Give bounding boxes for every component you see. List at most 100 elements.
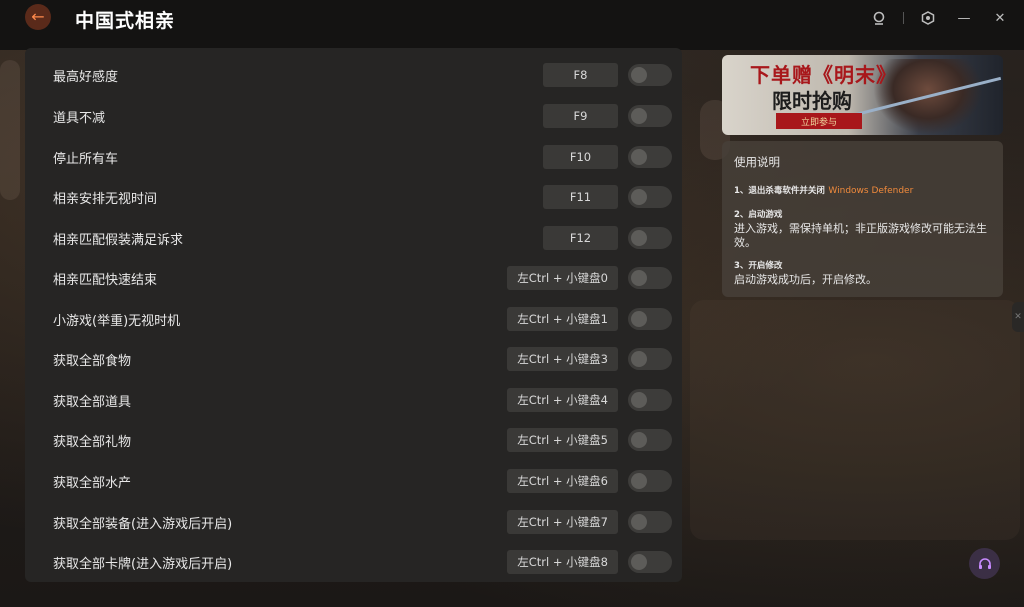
background-decoration (0, 60, 20, 200)
promo-banner[interactable]: 下单赠《明末》 限时抢购 立即参与 (722, 55, 1003, 135)
hotkey-button[interactable]: 左Ctrl + 小键盘7 (507, 510, 618, 534)
cheat-label: 相亲匹配快速结束 (53, 272, 158, 288)
side-collapse-tab[interactable]: ✕ (1012, 302, 1024, 332)
cheat-label: 道具不减 (53, 110, 106, 126)
minimize-button[interactable]: — (952, 8, 976, 28)
hotkey-button[interactable]: 左Ctrl + 小键盘1 (507, 307, 618, 331)
cheat-toggle[interactable] (628, 267, 672, 289)
cheat-label: 获取全部礼物 (53, 434, 132, 450)
hotkey-button[interactable]: 左Ctrl + 小键盘3 (507, 347, 618, 371)
cheat-row: 相亲匹配快速结束 左Ctrl + 小键盘0 (25, 258, 682, 298)
cheat-row: 获取全部卡牌(进入游戏后开启) 左Ctrl + 小键盘8 (25, 542, 682, 582)
cheat-label: 小游戏(举重)无视时机 (53, 313, 181, 329)
title-bar: ← 中国式相亲 — ✕ (0, 0, 1024, 50)
cheat-toggle[interactable] (628, 389, 672, 411)
toggle-knob (631, 67, 647, 83)
instructions-title: 使用说明 (734, 155, 780, 169)
cheat-toggle[interactable] (628, 64, 672, 86)
cheat-row: 获取全部水产 左Ctrl + 小键盘6 (25, 461, 682, 501)
toggle-knob (631, 351, 647, 367)
toggle-knob (631, 392, 647, 408)
hotkey-button[interactable]: 左Ctrl + 小键盘6 (507, 469, 618, 493)
cheat-toggle[interactable] (628, 105, 672, 127)
hotkey-button[interactable]: F9 (543, 104, 618, 128)
hotkey-button[interactable]: F8 (543, 63, 618, 87)
user-button[interactable] (867, 8, 891, 28)
toggle-knob (631, 514, 647, 530)
instructions-card: 使用说明 1、退出杀毒软件并关闭 Windows Defender 2、启动游戏… (722, 141, 1003, 297)
cheat-label: 最高好感度 (53, 69, 119, 85)
step-body: 启动游戏成功后，开启修改。 (734, 273, 877, 286)
cheat-toggle[interactable] (628, 551, 672, 573)
background-decoration (690, 300, 1020, 540)
close-button[interactable]: ✕ (988, 8, 1012, 28)
cheat-label: 获取全部道具 (53, 394, 132, 410)
step-heading: 1、退出杀毒软件并关闭 (734, 186, 825, 196)
cheat-label: 停止所有车 (53, 151, 119, 167)
cheat-toggle[interactable] (628, 227, 672, 249)
settings-icon (921, 11, 935, 25)
toggle-knob (631, 189, 647, 205)
cheat-row: 相亲安排无视时间 F11 (25, 177, 682, 217)
cheat-row: 获取全部食物 左Ctrl + 小键盘3 (25, 339, 682, 379)
arrow-left-icon: ← (31, 7, 45, 26)
banner-subheadline: 限时抢购 (772, 89, 852, 113)
cheat-row: 道具不减 F9 (25, 96, 682, 136)
instruction-step-1: 1、退出杀毒软件并关闭 Windows Defender (734, 183, 994, 198)
cheat-row: 最高好感度 F8 (25, 55, 682, 95)
toggle-knob (631, 432, 647, 448)
user-icon (873, 11, 885, 25)
step-body: 进入游戏，需保持单机；非正版游戏修改可能无法生效。 (734, 222, 987, 249)
cheat-label: 获取全部食物 (53, 353, 132, 369)
close-icon: ✕ (994, 10, 1006, 26)
cheat-row: 获取全部道具 左Ctrl + 小键盘4 (25, 380, 682, 420)
cheat-label: 相亲安排无视时间 (53, 191, 158, 207)
cheat-label: 相亲匹配假装满足诉求 (53, 232, 184, 248)
hotkey-button[interactable]: 左Ctrl + 小键盘4 (507, 388, 618, 412)
step-heading: 2、启动游戏 (734, 210, 783, 220)
settings-button[interactable] (916, 8, 940, 28)
cheat-toggle[interactable] (628, 186, 672, 208)
instruction-step-2: 2、启动游戏 进入游戏，需保持单机；非正版游戏修改可能无法生效。 (734, 208, 994, 250)
cheat-row: 停止所有车 F10 (25, 137, 682, 177)
cheat-label: 获取全部装备(进入游戏后开启) (53, 516, 233, 532)
toggle-knob (631, 270, 647, 286)
close-icon: ✕ (1014, 312, 1022, 322)
banner-cta-button[interactable]: 立即参与 (776, 113, 862, 129)
cheat-toggle[interactable] (628, 470, 672, 492)
hotkey-button[interactable]: F11 (543, 185, 618, 209)
hotkey-button[interactable]: 左Ctrl + 小键盘8 (507, 550, 618, 574)
support-button[interactable] (969, 548, 1000, 579)
hotkey-button[interactable]: F12 (543, 226, 618, 250)
toggle-knob (631, 473, 647, 489)
cheat-row: 相亲匹配假装满足诉求 F12 (25, 218, 682, 258)
cheat-toggle[interactable] (628, 429, 672, 451)
step-accent: Windows Defender (828, 186, 914, 196)
cheat-toggle[interactable] (628, 348, 672, 370)
cheat-toggle[interactable] (628, 511, 672, 533)
cheat-label: 获取全部卡牌(进入游戏后开启) (53, 556, 233, 572)
hotkey-button[interactable]: 左Ctrl + 小键盘0 (507, 266, 618, 290)
toggle-knob (631, 554, 647, 570)
toggle-knob (631, 311, 647, 327)
divider (903, 12, 904, 24)
page-title: 中国式相亲 (75, 10, 176, 32)
window-controls: — ✕ (855, 8, 1012, 28)
hotkey-button[interactable]: F10 (543, 145, 618, 169)
cheat-row: 获取全部装备(进入游戏后开启) 左Ctrl + 小键盘7 (25, 502, 682, 542)
toggle-knob (631, 149, 647, 165)
cheat-toggle[interactable] (628, 146, 672, 168)
cheat-row: 小游戏(举重)无视时机 左Ctrl + 小键盘1 (25, 299, 682, 339)
banner-headline: 下单赠《明末》 (750, 63, 897, 87)
toggle-knob (631, 108, 647, 124)
instruction-step-3: 3、开启修改 启动游戏成功后，开启修改。 (734, 259, 994, 287)
cheat-label: 获取全部水产 (53, 475, 132, 491)
minimize-icon: — (957, 10, 971, 26)
cheat-row: 获取全部礼物 左Ctrl + 小键盘5 (25, 420, 682, 460)
toggle-knob (631, 230, 647, 246)
back-button[interactable]: ← (25, 4, 51, 30)
step-heading: 3、开启修改 (734, 261, 783, 271)
headset-icon (978, 557, 991, 569)
hotkey-button[interactable]: 左Ctrl + 小键盘5 (507, 428, 618, 452)
cheat-toggle[interactable] (628, 308, 672, 330)
